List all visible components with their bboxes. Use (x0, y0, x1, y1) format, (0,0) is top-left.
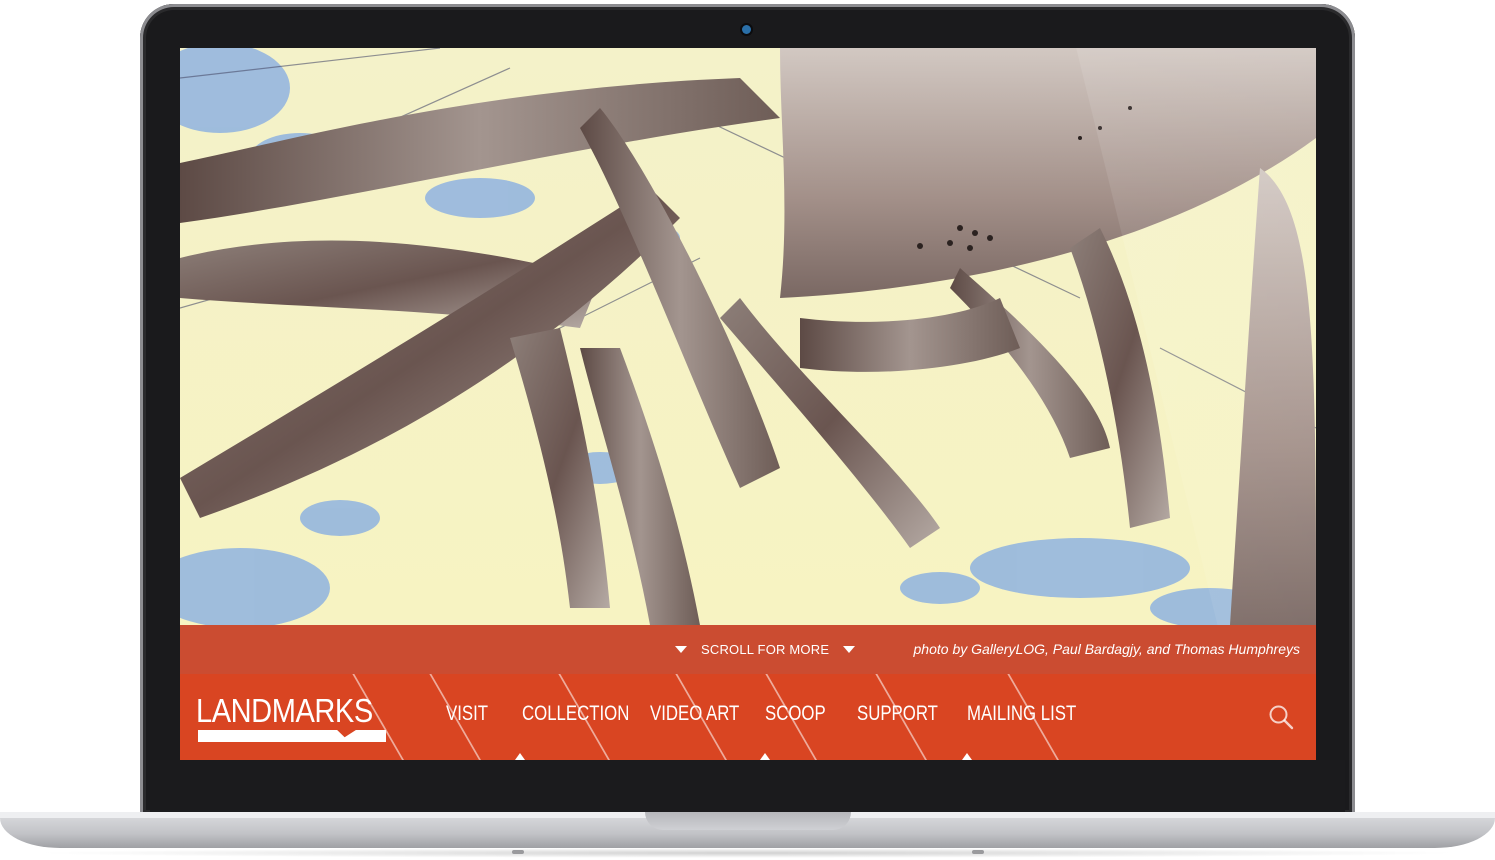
scroll-for-more-label: SCROLL FOR MORE (701, 641, 830, 657)
nav-item-video-art[interactable]: VIDEO ART (650, 702, 739, 726)
laptop-screen: SCROLL FOR MORE photo by GalleryLOG, Pau… (180, 48, 1316, 760)
nav-tick (962, 753, 972, 760)
main-nav: LANDMARKS VISIT COLLECTION VIDEO ART SCO… (180, 674, 1316, 760)
scroll-for-more[interactable]: SCROLL FOR MORE (675, 639, 856, 659)
caption-bar: SCROLL FOR MORE photo by GalleryLOG, Pau… (180, 625, 1316, 674)
nav-item-collection[interactable]: COLLECTION (522, 702, 629, 726)
nav-item-scoop[interactable]: SCOOP (765, 702, 826, 726)
laptop-bezel (150, 760, 1345, 816)
camera-icon (742, 25, 751, 34)
laptop-foot (972, 850, 984, 854)
laptop-notch (645, 812, 851, 830)
nav-item-mailing-list[interactable]: MAILING LIST (967, 702, 1076, 726)
nav-tick (760, 753, 770, 760)
hero-image (180, 48, 1316, 625)
photo-credit: photo by GalleryLOG, Paul Bardagjy, and … (913, 641, 1300, 657)
laptop-shadow (30, 848, 1465, 858)
logo-underline (198, 730, 386, 742)
laptop-foot (512, 850, 524, 854)
caret-down-icon (675, 645, 687, 653)
nav-item-support[interactable]: SUPPORT (857, 702, 938, 726)
logo-text: LANDMARKS (196, 692, 373, 729)
nav-tick (515, 753, 525, 760)
caret-down-icon (843, 645, 856, 653)
search-icon[interactable] (1268, 704, 1294, 730)
nav-item-visit[interactable]: VISIT (446, 702, 488, 726)
landmarks-logo[interactable]: LANDMARKS (196, 692, 391, 744)
